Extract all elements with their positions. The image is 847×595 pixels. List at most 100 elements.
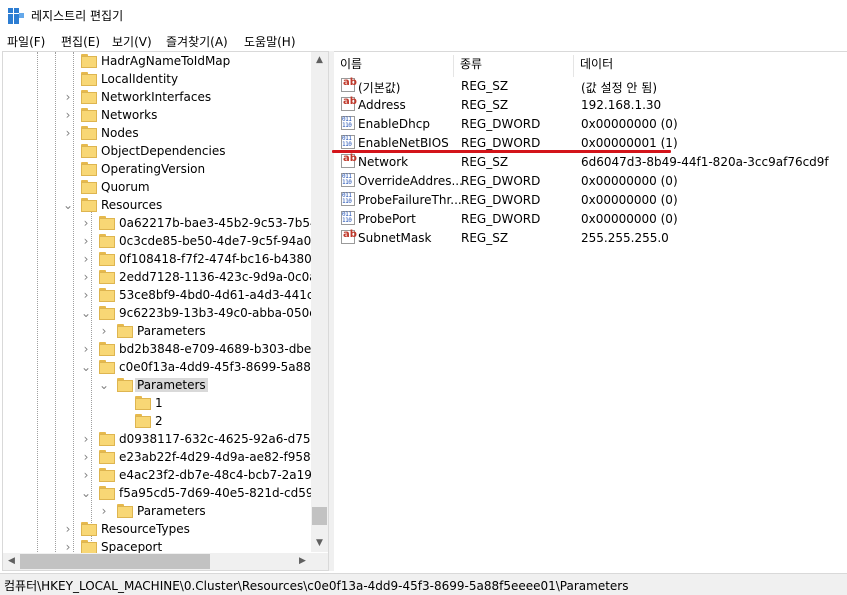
- chevron-right-icon[interactable]: ›: [61, 521, 75, 537]
- no-expander: [61, 161, 75, 177]
- value-row[interactable]: 011 110 ProbeFailureThr... REG_DWORD 0x0000…: [334, 191, 847, 210]
- value-row[interactable]: ab (기본값) REG_SZ (값 설정 안 됨): [334, 77, 847, 96]
- chevron-right-icon[interactable]: ›: [79, 449, 93, 465]
- value-data: 0x00000000 (0): [581, 212, 678, 226]
- tree-node-label: 0c3cde85-be50-4de7-9c5f-94a07f: [119, 234, 324, 248]
- value-icon-glyph: ab: [343, 96, 357, 107]
- tree-node[interactable]: › d0938117-632c-4625-92a6-d7591: [3, 430, 326, 448]
- menu-view[interactable]: 보기(V): [112, 33, 152, 50]
- tree-node[interactable]: HadrAgNameToIdMap: [3, 52, 323, 70]
- tree-node[interactable]: Quorum: [3, 178, 323, 196]
- tree-node[interactable]: ⌄ Parameters: [3, 376, 323, 394]
- value-row[interactable]: ab Network REG_SZ 6d6047d3-8b49-44f1-820a-3…: [334, 153, 847, 172]
- menu-help[interactable]: 도움말(H): [244, 33, 296, 50]
- tree-vertical-scroll-thumb[interactable]: [312, 507, 327, 525]
- tree-node[interactable]: › Parameters: [3, 502, 323, 520]
- dword-value-icon: 011 110: [341, 116, 355, 130]
- chevron-right-icon[interactable]: ›: [97, 323, 111, 339]
- tree-node[interactable]: › bd2b3848-e709-4689-b303-dbe9: [3, 340, 323, 358]
- menu-file[interactable]: 파일(F): [7, 33, 45, 50]
- folder-icon: [81, 540, 97, 554]
- value-icon-glyph: 011 110: [342, 116, 352, 129]
- chevron-right-icon[interactable]: ›: [97, 503, 111, 519]
- tree-node-label: 0f108418-f7f2-474f-bc16-b4380d: [119, 252, 320, 266]
- menu-edit[interactable]: 편집(E): [61, 33, 100, 50]
- column-header-type[interactable]: 종류: [454, 55, 574, 77]
- tree-node[interactable]: LocalIdentity: [3, 70, 323, 88]
- scroll-left-icon[interactable]: ◀: [3, 553, 20, 570]
- tree-node-label: Spaceport: [101, 540, 163, 554]
- tree-node[interactable]: ⌄ c0e0f13a-4dd9-45f3-8699-5a88f5: [3, 358, 323, 376]
- column-header-data[interactable]: 데이터: [574, 55, 847, 77]
- tree-node-label: e23ab22f-4d29-4d9a-ae82-f958f5: [119, 450, 323, 464]
- tree-horizontal-scrollbar[interactable]: ◀ ▶: [3, 553, 311, 570]
- dword-value-icon: 011 110: [341, 135, 355, 149]
- tree-node[interactable]: › 2edd7128-1136-423c-9d9a-0c0a8: [3, 268, 324, 286]
- value-type: REG_SZ: [461, 98, 509, 112]
- tree-node[interactable]: 1: [3, 394, 323, 412]
- tree-node[interactable]: › NetworkInterfaces: [3, 88, 323, 106]
- tree-node[interactable]: 2: [3, 412, 323, 430]
- value-row[interactable]: 011 110 OverrideAddres... REG_DWORD 0x00000…: [334, 172, 847, 191]
- tree-node[interactable]: OperatingVersion: [3, 160, 323, 178]
- value-row[interactable]: ab SubnetMask REG_SZ 255.255.255.0: [334, 229, 847, 248]
- window-title: 레지스트리 편집기: [31, 9, 124, 23]
- folder-icon: [81, 72, 97, 86]
- folder-icon: [99, 342, 115, 356]
- folder-icon: [117, 378, 133, 392]
- chevron-down-icon[interactable]: ⌄: [79, 359, 93, 375]
- chevron-down-icon[interactable]: ⌄: [61, 197, 75, 213]
- tree-node[interactable]: › Nodes: [3, 124, 323, 142]
- value-icon-glyph: 011 110: [342, 173, 352, 186]
- menu-favorites[interactable]: 즐겨찾기(A): [166, 33, 228, 50]
- tree-node[interactable]: › ResourceTypes: [3, 520, 323, 538]
- chevron-right-icon[interactable]: ›: [79, 467, 93, 483]
- chevron-right-icon[interactable]: ›: [61, 125, 75, 141]
- chevron-right-icon[interactable]: ›: [79, 287, 93, 303]
- tree-node[interactable]: › 0f108418-f7f2-474f-bc16-b4380d: [3, 250, 323, 268]
- value-type: REG_DWORD: [461, 212, 541, 226]
- value-row[interactable]: 011 110 ProbePort REG_DWORD 0x00000000 (0): [334, 210, 847, 229]
- string-value-icon: ab: [341, 229, 357, 244]
- tree-node[interactable]: › e23ab22f-4d29-4d9a-ae82-f958f5: [3, 448, 323, 466]
- chevron-right-icon[interactable]: ›: [79, 233, 93, 249]
- dword-value-icon: 011 110: [341, 211, 355, 225]
- chevron-right-icon[interactable]: ›: [79, 431, 93, 447]
- tree-node[interactable]: ObjectDependencies: [3, 142, 323, 160]
- tree-node-label: ResourceTypes: [101, 522, 190, 536]
- tree-vertical-scrollbar[interactable]: ▲ ▼: [311, 52, 328, 552]
- chevron-down-icon[interactable]: ⌄: [79, 485, 93, 501]
- tree-node[interactable]: ⌄ 9c6223b9-13b3-49c0-abba-050d1: [3, 304, 324, 322]
- tree-node[interactable]: › 0c3cde85-be50-4de7-9c5f-94a07f: [3, 232, 323, 250]
- scroll-right-icon[interactable]: ▶: [294, 553, 311, 570]
- value-data: 0x00000001 (1): [581, 136, 678, 150]
- value-type: REG_DWORD: [461, 117, 541, 131]
- chevron-right-icon[interactable]: ›: [79, 269, 93, 285]
- value-name: Network: [358, 155, 409, 169]
- chevron-right-icon[interactable]: ›: [61, 89, 75, 105]
- chevron-right-icon[interactable]: ›: [79, 341, 93, 357]
- scroll-up-icon[interactable]: ▲: [311, 52, 328, 69]
- scroll-down-icon[interactable]: ▼: [311, 535, 328, 552]
- value-row[interactable]: ab Address REG_SZ 192.168.1.30: [334, 96, 847, 115]
- tree-node[interactable]: › Networks: [3, 106, 323, 124]
- value-type: REG_SZ: [461, 155, 509, 169]
- tree-node[interactable]: › 0a62217b-bae3-45b2-9c53-7b54e: [3, 214, 325, 232]
- chevron-down-icon[interactable]: ⌄: [97, 377, 111, 393]
- tree-node[interactable]: › Parameters: [3, 322, 323, 340]
- value-row[interactable]: 011 110 EnableDhcp REG_DWORD 0x00000000 (0): [334, 115, 847, 134]
- tree-node[interactable]: ⌄ f5a95cd5-7d69-40e5-821d-cd597: [3, 484, 323, 502]
- key-tree[interactable]: HadrAgNameToIdMap LocalIdentity › NetworkIn…: [2, 51, 329, 571]
- folder-icon: [117, 324, 133, 338]
- folder-icon: [81, 180, 97, 194]
- chevron-right-icon[interactable]: ›: [79, 215, 93, 231]
- folder-icon: [99, 216, 115, 230]
- chevron-right-icon[interactable]: ›: [61, 107, 75, 123]
- tree-node[interactable]: › e4ac23f2-db7e-48c4-bcb7-2a192e: [3, 466, 327, 484]
- column-header-name[interactable]: 이름: [334, 55, 454, 77]
- tree-horizontal-scroll-thumb[interactable]: [20, 554, 210, 569]
- tree-node[interactable]: › 53ce8bf9-4bd0-4d61-a4d3-441c0: [3, 286, 323, 304]
- chevron-right-icon[interactable]: ›: [79, 251, 93, 267]
- tree-node[interactable]: ⌄ Resources: [3, 196, 323, 214]
- chevron-down-icon[interactable]: ⌄: [79, 305, 93, 321]
